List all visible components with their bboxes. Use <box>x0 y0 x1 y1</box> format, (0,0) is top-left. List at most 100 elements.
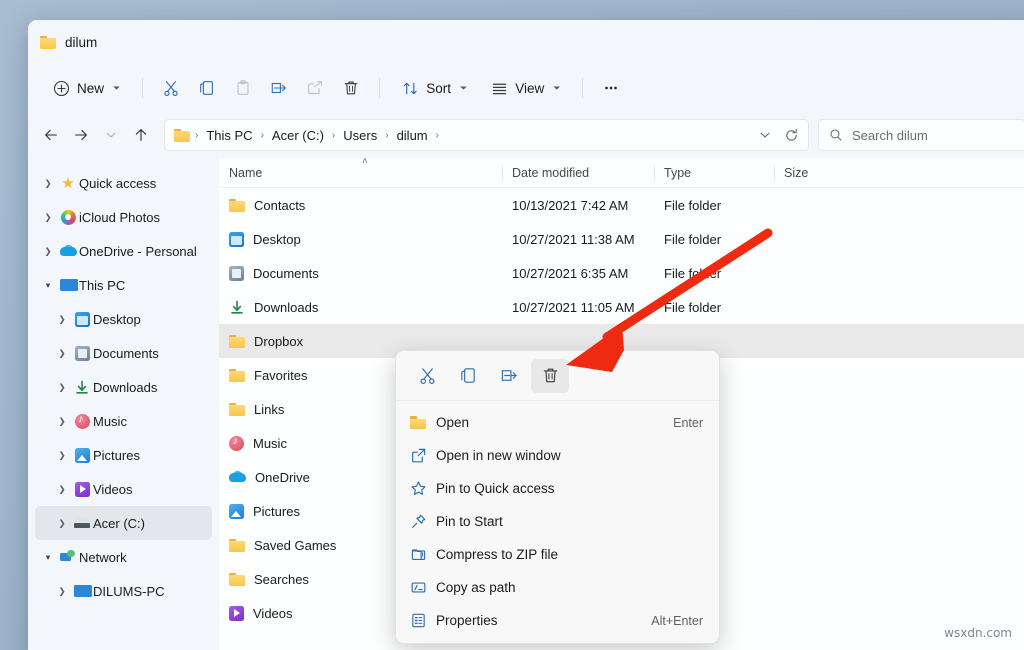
view-button[interactable]: View ⏷ <box>480 72 571 104</box>
sidebar-item-pictures[interactable]: ❯Pictures <box>35 438 212 472</box>
file-name-label: Links <box>254 402 284 417</box>
context-menu-copy-button[interactable] <box>449 359 487 393</box>
context-menu-cut-button[interactable] <box>408 359 446 393</box>
chevron-right-icon[interactable]: ❯ <box>39 246 57 257</box>
context-menu-item-copy-as-path[interactable]: Copy as path <box>400 571 715 604</box>
sidebar-item-desktop[interactable]: ❯Desktop <box>35 302 212 336</box>
chevron-right-icon[interactable]: ❯ <box>39 178 57 189</box>
context-menu-item-open-in-new-window[interactable]: Open in new window <box>400 439 715 472</box>
chevron-right-icon[interactable]: ❯ <box>53 382 71 393</box>
file-date-cell: 10/27/2021 11:05 AM <box>502 300 654 315</box>
up-button[interactable] <box>126 120 156 150</box>
context-menu-item-pin-to-start[interactable]: Pin to Start <box>400 505 715 538</box>
sort-ascending-icon: ˄ <box>362 158 368 167</box>
chevron-down-icon[interactable]: ▾ <box>39 552 57 563</box>
sort-button[interactable]: Sort ⏷ <box>391 72 478 104</box>
search-box[interactable]: Search dilum <box>818 119 1024 151</box>
new-button[interactable]: New ⏷ <box>42 72 131 104</box>
context-menu-delete-button[interactable] <box>531 359 569 393</box>
window-tab[interactable]: dilum <box>40 35 97 50</box>
sidebar-item-dilums-pc[interactable]: ❯DILUMS-PC <box>35 574 212 608</box>
sidebar-item-downloads[interactable]: ❯Downloads <box>35 370 212 404</box>
chevron-right-icon[interactable]: ❯ <box>53 586 71 597</box>
sidebar-item-videos[interactable]: ❯Videos <box>35 472 212 506</box>
column-header-size[interactable]: Size <box>774 158 859 187</box>
breadcrumb-separator: › <box>382 130 391 141</box>
file-name-cell: Dropbox <box>219 334 502 349</box>
share-button[interactable] <box>298 72 332 104</box>
breadcrumb-item-acer-c[interactable]: Acer (C:) <box>267 125 329 146</box>
sidebar-item-music[interactable]: ❯Music <box>35 404 212 438</box>
table-row[interactable]: Downloads10/27/2021 11:05 AMFile folder <box>219 290 1024 324</box>
sidebar-item-documents[interactable]: ❯Documents <box>35 336 212 370</box>
breadcrumb-item-dilum[interactable]: dilum <box>392 125 433 146</box>
sidebar-item-network[interactable]: ▾Network <box>35 540 212 574</box>
sidebar-item-icloud-photos[interactable]: ❯iCloud Photos <box>35 200 212 234</box>
context-menu-item-pin-to-quick-access[interactable]: Pin to Quick access <box>400 472 715 505</box>
rename-button[interactable] <box>262 72 296 104</box>
recent-locations-button[interactable] <box>96 120 126 150</box>
table-row[interactable]: Documents10/27/2021 6:35 AMFile folder <box>219 256 1024 290</box>
context-menu-items: OpenEnterOpen in new windowPin to Quick … <box>396 401 719 643</box>
pc-icon <box>74 585 90 598</box>
plus-circle-icon <box>53 80 70 97</box>
sidebar-item-acer-c[interactable]: ❯Acer (C:) <box>35 506 212 540</box>
watermark: wsxdn.com <box>944 626 1012 640</box>
forward-button[interactable] <box>66 120 96 150</box>
context-menu-item-compress-to-zip-file[interactable]: Compress to ZIP file <box>400 538 715 571</box>
column-header-date-modified[interactable]: Date modified <box>502 158 654 187</box>
copy-button[interactable] <box>190 72 224 104</box>
toolbar-divider-3 <box>582 78 583 98</box>
chevron-right-icon[interactable]: ❯ <box>53 450 71 461</box>
delete-button[interactable] <box>334 72 368 104</box>
context-menu-item-label: Open <box>436 415 673 430</box>
search-input[interactable]: Search dilum <box>852 128 928 143</box>
see-more-button[interactable] <box>594 72 628 104</box>
table-row[interactable]: Contacts10/13/2021 7:42 AMFile folder <box>219 188 1024 222</box>
folder-icon <box>410 416 436 429</box>
music-icon <box>75 414 90 429</box>
chevron-right-icon[interactable]: ❯ <box>53 314 71 325</box>
cut-button[interactable] <box>154 72 188 104</box>
chevron-right-icon[interactable]: ❯ <box>53 416 71 427</box>
sidebar-item-this-pc[interactable]: ▾This PC <box>35 268 212 302</box>
view-button-label: View <box>515 81 544 96</box>
chevron-right-icon[interactable]: ❯ <box>39 212 57 223</box>
column-header-date-label: Date modified <box>512 166 589 180</box>
back-button[interactable] <box>36 120 66 150</box>
table-row[interactable]: Desktop10/27/2021 11:38 AMFile folder <box>219 222 1024 256</box>
folder-icon <box>229 335 245 348</box>
column-header-type[interactable]: Type <box>654 158 774 187</box>
file-name-label: Downloads <box>254 300 318 315</box>
breadcrumb-item-users[interactable]: Users <box>338 125 382 146</box>
arrow-left-icon <box>43 127 59 143</box>
context-menu-rename-button[interactable] <box>490 359 528 393</box>
chevron-down-icon[interactable]: ▾ <box>39 280 57 291</box>
scissors-icon <box>418 366 437 385</box>
file-name-label: OneDrive <box>255 470 310 485</box>
context-menu-item-properties[interactable]: PropertiesAlt+Enter <box>400 604 715 637</box>
drive-icon <box>74 517 90 529</box>
sidebar-item-icon <box>57 210 79 225</box>
context-menu-item-open[interactable]: OpenEnter <box>400 406 715 439</box>
previous-locations-button[interactable] <box>752 122 778 148</box>
sidebar-item-icon <box>57 245 79 257</box>
refresh-button[interactable] <box>778 122 804 148</box>
title-bar: dilum <box>28 20 1024 64</box>
rename-icon <box>500 366 519 385</box>
onedrive-icon <box>60 245 77 257</box>
breadcrumb-item-this-pc[interactable]: This PC <box>201 125 257 146</box>
rename-icon <box>270 79 288 97</box>
file-type-cell: File folder <box>654 266 774 281</box>
chevron-right-icon[interactable]: ❯ <box>53 348 71 359</box>
file-name-label: Searches <box>254 572 309 587</box>
file-name-cell: Contacts <box>219 198 502 213</box>
sidebar-item-onedrive-personal[interactable]: ❯OneDrive - Personal <box>35 234 212 268</box>
sidebar-item-quick-access[interactable]: ❯★Quick access <box>35 166 212 200</box>
chevron-right-icon[interactable]: ❯ <box>53 484 71 495</box>
context-menu: OpenEnterOpen in new windowPin to Quick … <box>395 350 720 644</box>
breadcrumb-bar[interactable]: ›This PC›Acer (C:)›Users›dilum› <box>164 119 809 151</box>
paste-button[interactable] <box>226 72 260 104</box>
column-header-name[interactable]: Name ˄ <box>219 158 502 187</box>
chevron-right-icon[interactable]: ❯ <box>53 518 71 529</box>
